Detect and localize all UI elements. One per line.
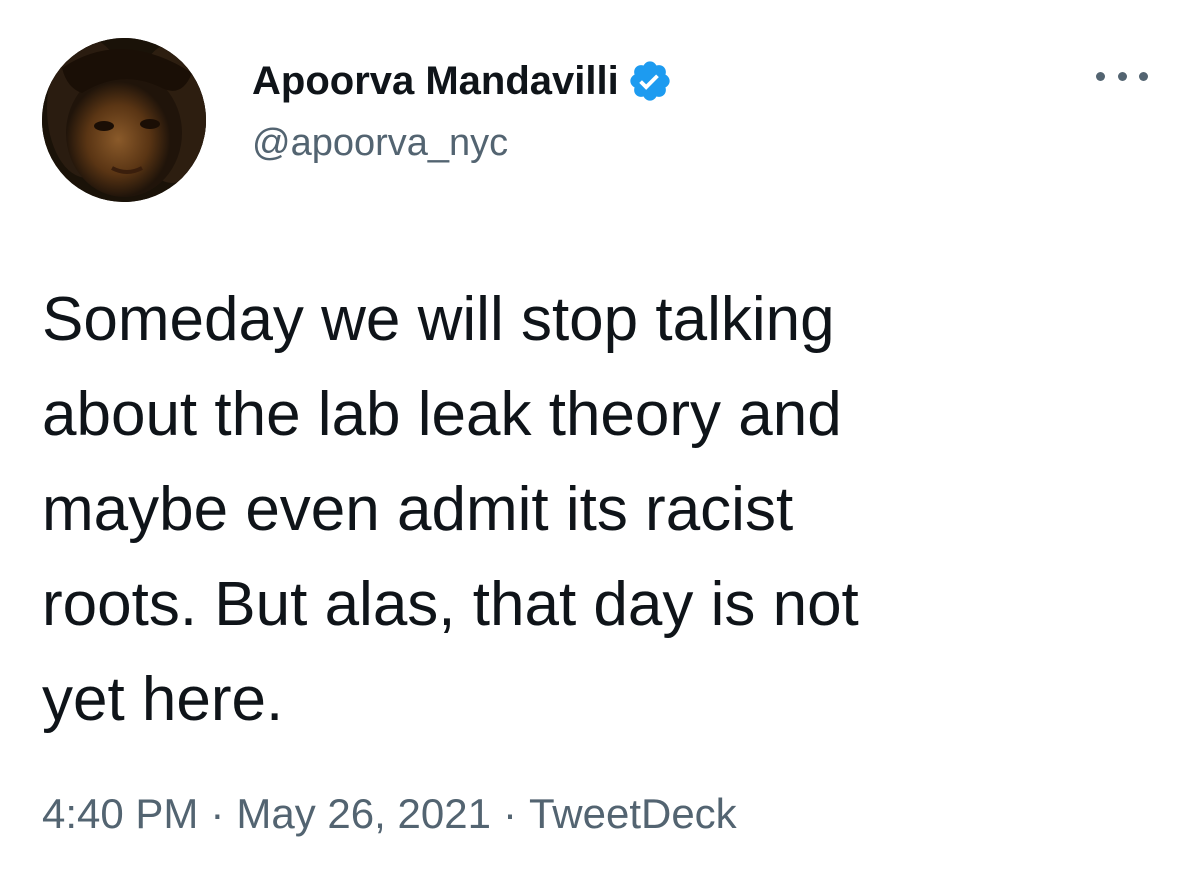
more-dot [1139,71,1148,81]
tweet-card: Apoorva Mandavilli @apoorva_nyc Someday … [0,0,1196,896]
author-display-name[interactable]: Apoorva Mandavilli [252,59,619,104]
more-dot [1096,71,1105,81]
tweet-time[interactable]: 4:40 PM [42,790,198,838]
author-name-row: Apoorva Mandavilli [252,56,673,106]
meta-separator: · [210,790,225,837]
tweet-meta: 4:40 PM · May 26, 2021 · TweetDeck [42,790,737,838]
more-options-icon[interactable] [1090,58,1154,94]
author-avatar[interactable] [42,38,206,202]
meta-separator: · [502,790,517,837]
tweet-date[interactable]: May 26, 2021 [236,790,491,838]
verified-badge-icon [627,58,673,104]
author-handle[interactable]: @apoorva_nyc [252,122,508,165]
more-dot [1117,71,1127,81]
tweet-text: Someday we will stop talking about the l… [42,285,859,734]
user-avatar-photo-icon [42,38,206,202]
tweet-source[interactable]: TweetDeck [529,790,737,838]
